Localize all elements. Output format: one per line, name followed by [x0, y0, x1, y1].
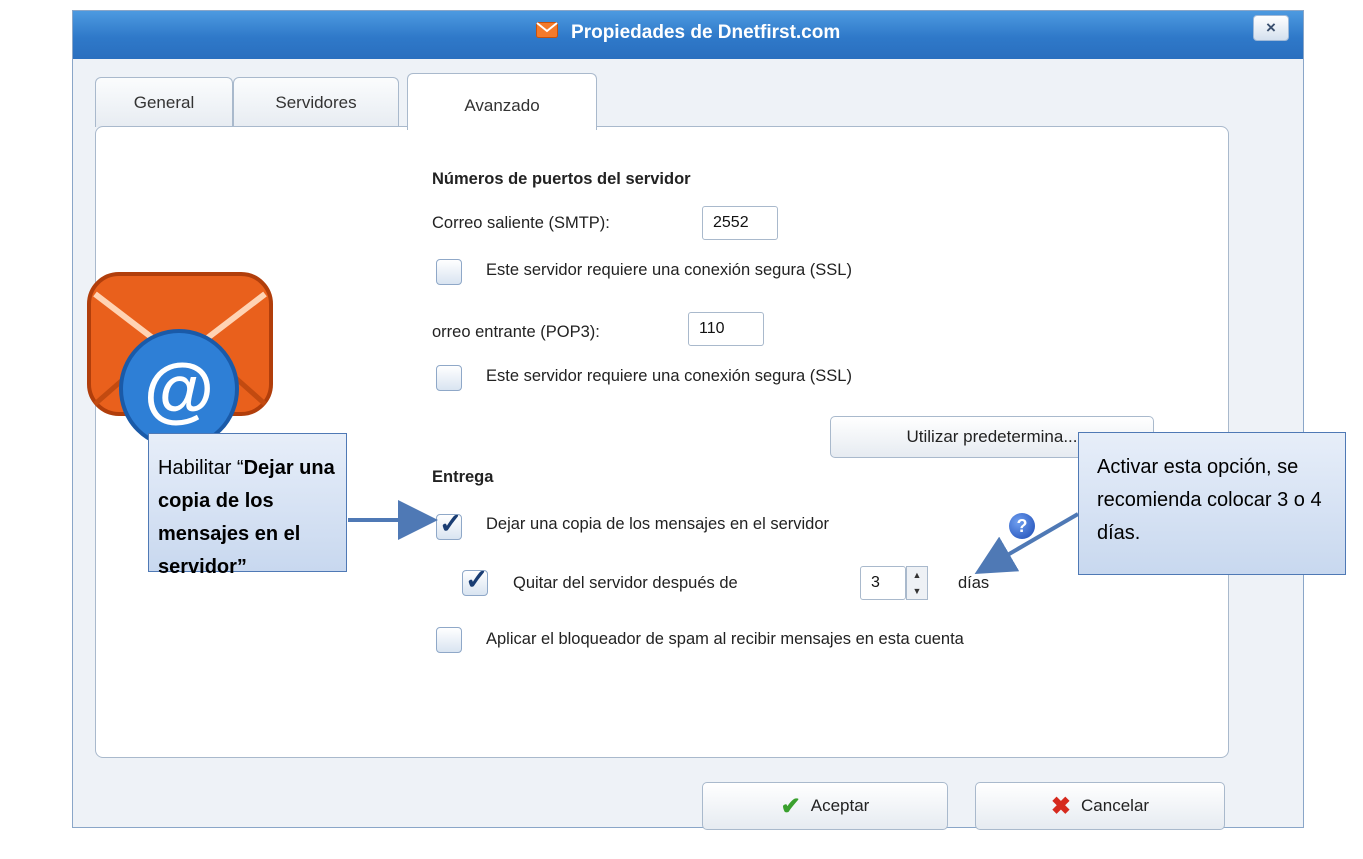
right-arrow	[974, 512, 1080, 575]
annotation-arrows	[348, 500, 1080, 575]
tab-avanzado[interactable]: Avanzado	[407, 73, 597, 130]
